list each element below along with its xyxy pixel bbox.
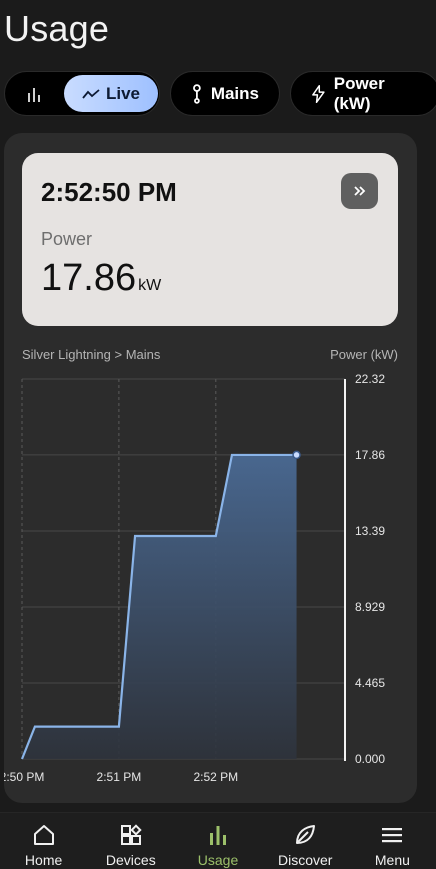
leaf-icon: [292, 822, 318, 848]
live-power-chart[interactable]: 22.3217.8613.398.9294.4650.0002:50 PM 2:5…: [4, 133, 417, 803]
mains-filter-chip[interactable]: Mains: [170, 71, 280, 116]
nav-item-devices[interactable]: Devices: [87, 813, 174, 869]
usage-panel: 2:52:50 PM Power 17.86 kW Silver Lightnin…: [4, 133, 417, 803]
chart-y-tick-label: 8.929: [355, 600, 385, 614]
chart-x-tick-label: 2:52 PM: [193, 770, 238, 784]
chart-y-tick-label: 17.86: [355, 448, 385, 462]
hamburger-menu-icon: [379, 822, 405, 848]
bar-chart-view-button[interactable]: [23, 84, 45, 104]
nav-item-menu[interactable]: Menu: [349, 813, 436, 869]
view-mode-toggle: Live: [4, 71, 160, 116]
chart-x-tick-label: 2:51 PM: [97, 770, 142, 784]
bar-chart-icon: [28, 88, 40, 102]
chart-y-tick-label: 0.000: [355, 752, 385, 766]
mains-chip-label: Mains: [210, 83, 259, 103]
trend-line-icon: [82, 88, 100, 99]
lightning-icon: [312, 84, 325, 103]
nav-item-discover[interactable]: Discover: [262, 813, 349, 869]
power-chip-label: Power (kW): [333, 73, 385, 113]
nav-label-discover: Discover: [277, 852, 333, 868]
chart-current-point: [292, 450, 301, 460]
devices-icon: [118, 822, 144, 848]
filter-chip-row: Live Mains Power (kW): [4, 71, 436, 116]
chart-y-tick-label: 4.465: [355, 676, 385, 690]
chart-y-tick-label: 22.32: [355, 372, 385, 386]
bottom-navigation: Home Devices Usage Discover Menu: [0, 812, 436, 869]
nav-label-home: Home: [24, 852, 63, 868]
home-icon: [31, 822, 57, 848]
chart-y-tick-label: 13.39: [355, 524, 385, 538]
chart-x-tick-label: 2:50 PM: [4, 770, 44, 784]
live-view-button[interactable]: Live: [64, 75, 158, 112]
nav-label-menu: Menu: [374, 852, 410, 868]
live-view-label: Live: [105, 83, 141, 103]
nav-label-usage: Usage: [197, 852, 239, 868]
usage-icon: [205, 822, 231, 848]
page-title: Usage: [4, 8, 110, 49]
nav-item-home[interactable]: Home: [0, 813, 87, 869]
power-unit-chip[interactable]: Power (kW): [290, 71, 436, 116]
nav-item-usage[interactable]: Usage: [174, 813, 261, 869]
nav-label-devices: Devices: [105, 852, 156, 868]
mains-meter-icon: [193, 83, 201, 104]
